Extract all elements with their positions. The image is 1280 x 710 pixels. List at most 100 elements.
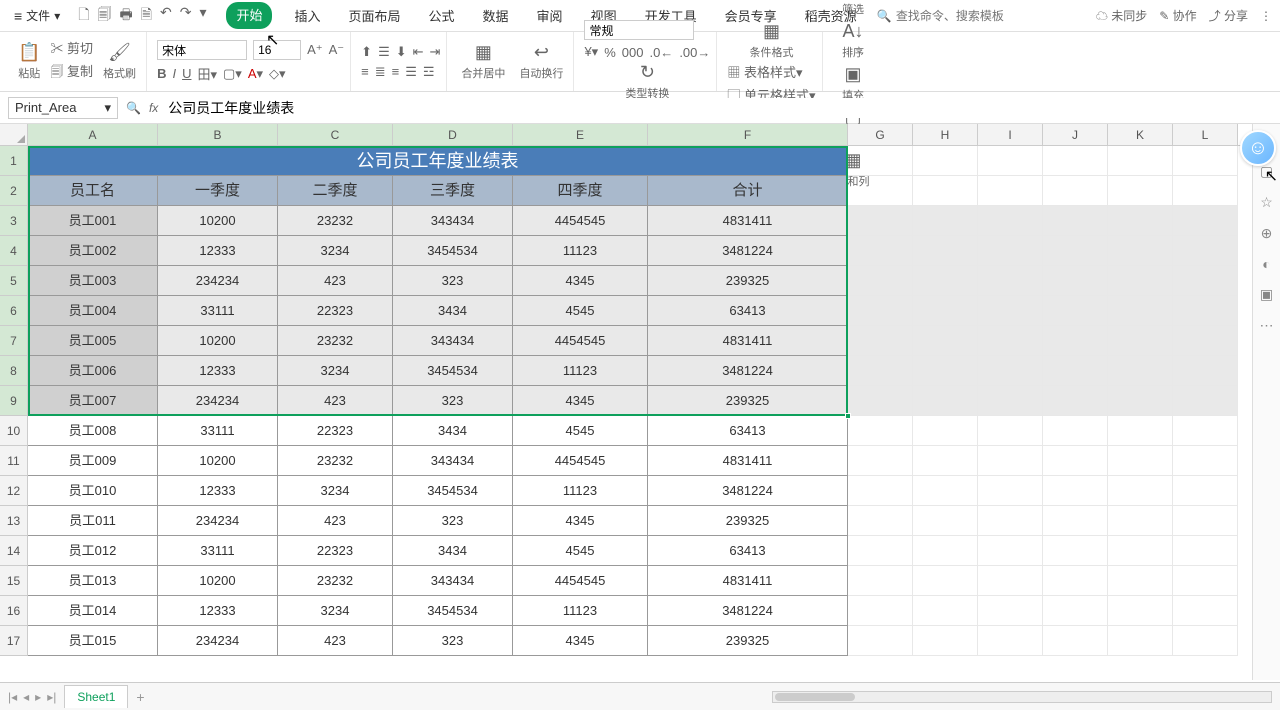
row-header-17[interactable]: 17	[0, 626, 28, 656]
data-cell[interactable]: 3481224	[648, 236, 848, 266]
fx-icon[interactable]: fx	[149, 101, 158, 115]
cell[interactable]	[978, 296, 1043, 326]
col-header-E[interactable]: E	[513, 124, 648, 145]
cell[interactable]	[1043, 296, 1108, 326]
cell[interactable]	[978, 416, 1043, 446]
cell[interactable]	[978, 626, 1043, 656]
sheet-tab-active[interactable]: Sheet1	[64, 685, 128, 708]
data-cell[interactable]: 3234	[278, 596, 393, 626]
cell[interactable]	[1108, 296, 1173, 326]
data-cell[interactable]: 234234	[158, 626, 278, 656]
data-cell[interactable]: 323	[393, 386, 513, 416]
cell[interactable]	[913, 386, 978, 416]
cell[interactable]	[1108, 146, 1173, 176]
header-cell[interactable]: 三季度	[393, 176, 513, 206]
cell[interactable]	[1108, 356, 1173, 386]
data-cell[interactable]: 员工003	[28, 266, 158, 296]
data-cell[interactable]: 4831411	[648, 566, 848, 596]
align-mid-icon[interactable]: ☰	[378, 44, 390, 60]
cell[interactable]	[848, 326, 913, 356]
data-cell[interactable]: 22323	[278, 296, 393, 326]
cell[interactable]	[978, 326, 1043, 356]
data-cell[interactable]: 员工008	[28, 416, 158, 446]
data-cell[interactable]: 239325	[648, 506, 848, 536]
cell[interactable]	[1043, 266, 1108, 296]
border-button[interactable]: 田▾	[197, 64, 217, 83]
cell[interactable]	[1173, 206, 1238, 236]
increase-font-icon[interactable]: A⁺	[307, 42, 323, 58]
data-cell[interactable]: 4345	[513, 386, 648, 416]
cell[interactable]	[1173, 476, 1238, 506]
cell[interactable]	[1043, 206, 1108, 236]
data-cell[interactable]: 3454534	[393, 476, 513, 506]
cell[interactable]	[1108, 596, 1173, 626]
data-cell[interactable]: 4831411	[648, 206, 848, 236]
data-cell[interactable]: 3481224	[648, 356, 848, 386]
cell[interactable]	[1108, 326, 1173, 356]
data-cell[interactable]: 10200	[158, 566, 278, 596]
row-header-13[interactable]: 13	[0, 506, 28, 536]
zoom-icon[interactable]: 🔍	[126, 101, 141, 115]
data-cell[interactable]: 234234	[158, 386, 278, 416]
data-cell[interactable]: 33111	[158, 296, 278, 326]
data-cell[interactable]: 23232	[278, 566, 393, 596]
cell[interactable]	[978, 356, 1043, 386]
cell[interactable]	[1043, 506, 1108, 536]
tab-3[interactable]: 公式	[423, 2, 461, 29]
cell[interactable]	[1108, 506, 1173, 536]
cell[interactable]	[913, 356, 978, 386]
cell[interactable]	[913, 416, 978, 446]
wrap-text-button[interactable]: ↩自动换行	[515, 40, 567, 83]
cell[interactable]	[1043, 326, 1108, 356]
col-header-F[interactable]: F	[648, 124, 848, 145]
cell[interactable]	[913, 626, 978, 656]
sheet-next-icon[interactable]: ▸	[35, 690, 41, 704]
data-cell[interactable]: 3434	[393, 416, 513, 446]
data-cell[interactable]: 4454545	[513, 566, 648, 596]
tab-5[interactable]: 审阅	[531, 2, 569, 29]
redo-icon[interactable]: ↷	[180, 4, 192, 28]
data-cell[interactable]: 323	[393, 506, 513, 536]
data-cell[interactable]: 12333	[158, 356, 278, 386]
data-cell[interactable]: 239325	[648, 266, 848, 296]
cell[interactable]	[913, 176, 978, 206]
indent-dec-icon[interactable]: ⇤	[413, 44, 424, 60]
data-cell[interactable]: 10200	[158, 326, 278, 356]
side-icon-3[interactable]: ☆	[1260, 194, 1273, 211]
data-cell[interactable]: 343434	[393, 326, 513, 356]
currency-icon[interactable]: ¥▾	[584, 44, 598, 60]
cell[interactable]	[848, 176, 913, 206]
data-cell[interactable]: 423	[278, 506, 393, 536]
qat-dropdown-icon[interactable]: ▾	[199, 4, 206, 28]
cell[interactable]	[1043, 236, 1108, 266]
cell[interactable]	[848, 146, 913, 176]
row-header-16[interactable]: 16	[0, 596, 28, 626]
data-cell[interactable]: 33111	[158, 416, 278, 446]
cell[interactable]	[913, 266, 978, 296]
cell[interactable]	[848, 506, 913, 536]
cell[interactable]	[913, 296, 978, 326]
title-cell[interactable]: 公司员工年度业绩表	[28, 146, 848, 176]
data-cell[interactable]: 4345	[513, 626, 648, 656]
row-header-8[interactable]: 8	[0, 356, 28, 386]
row-header-1[interactable]: 1	[0, 146, 28, 176]
add-sheet-button[interactable]: +	[136, 689, 144, 705]
cell[interactable]	[1108, 206, 1173, 236]
number-format-select[interactable]	[584, 20, 694, 40]
data-cell[interactable]: 员工012	[28, 536, 158, 566]
cell[interactable]	[1108, 236, 1173, 266]
cell[interactable]	[1043, 146, 1108, 176]
cond-format-button[interactable]: ▦条件格式	[745, 19, 797, 62]
cell[interactable]	[913, 146, 978, 176]
cell[interactable]	[848, 596, 913, 626]
cell[interactable]	[1173, 446, 1238, 476]
highlight-button[interactable]: ◇▾	[269, 66, 286, 82]
cell[interactable]	[848, 446, 913, 476]
align-top-icon[interactable]: ⬆	[361, 44, 372, 60]
data-cell[interactable]: 3234	[278, 356, 393, 386]
cell[interactable]	[848, 416, 913, 446]
font-name-select[interactable]	[157, 40, 247, 60]
cell[interactable]	[1173, 356, 1238, 386]
cell[interactable]	[1173, 266, 1238, 296]
data-cell[interactable]: 23232	[278, 206, 393, 236]
